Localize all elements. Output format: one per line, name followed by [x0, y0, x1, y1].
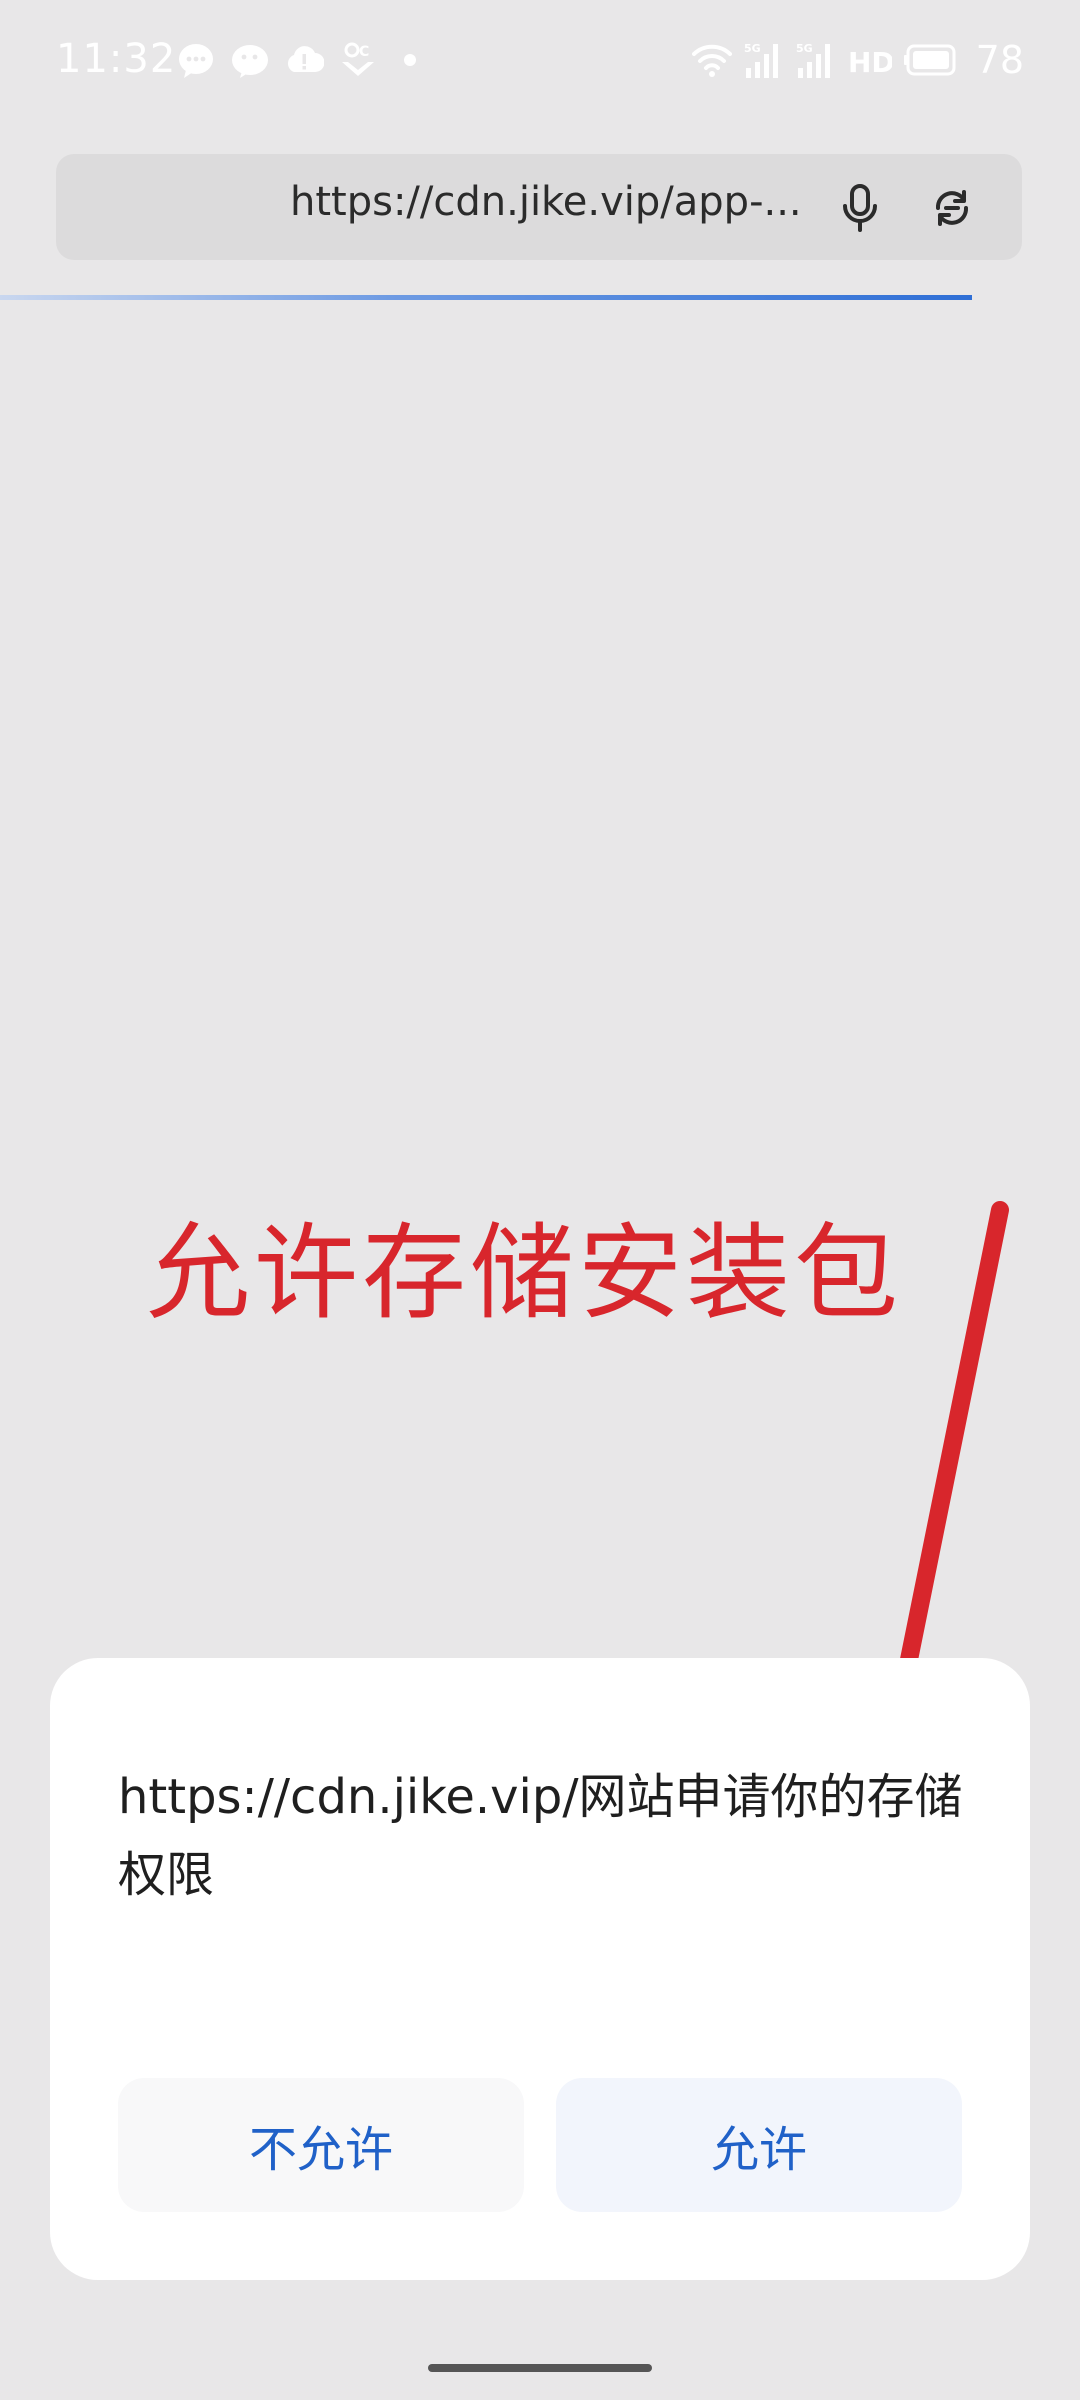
refresh-button[interactable]: [924, 180, 980, 236]
svg-text:5G: 5G: [796, 42, 813, 55]
svg-text:5G: 5G: [744, 42, 761, 55]
screen: 11:32 C 5G 5G HD 78 https://cdn.jike.vip…: [0, 0, 1080, 2400]
progress-fill: [0, 295, 972, 300]
system-icons: 5G 5G HD 78: [691, 38, 1024, 82]
deny-button[interactable]: 不允许: [118, 2078, 524, 2212]
more-notifications-dot: [404, 54, 416, 66]
voice-search-button[interactable]: [832, 180, 888, 236]
url-text[interactable]: https://cdn.jike.vip/app-...: [290, 179, 870, 225]
notification-icons: C: [176, 40, 416, 80]
hd-icon: HD: [848, 46, 892, 79]
wechat-icon: [232, 45, 268, 78]
allow-button[interactable]: 允许: [556, 2078, 962, 2212]
svg-text:C: C: [359, 44, 369, 60]
weather-icon: C: [342, 42, 374, 76]
refresh-icon: [936, 190, 968, 226]
signal-icon: 5G: [796, 42, 830, 78]
signal-5g-icon: 5G: [744, 42, 778, 78]
microphone-icon: [843, 184, 877, 232]
cloud-icon: [288, 46, 324, 72]
status-bar: 11:32 C 5G 5G HD 78: [0, 0, 1080, 125]
status-time: 11:32: [56, 36, 177, 82]
wifi-icon: [691, 44, 732, 77]
annotation-text: 允许存储安装包: [146, 1212, 903, 1334]
message-icon: [179, 44, 213, 78]
home-indicator[interactable]: [428, 2364, 652, 2372]
svg-text:HD: HD: [848, 46, 892, 79]
address-bar[interactable]: https://cdn.jike.vip/app-...: [56, 154, 1022, 260]
page-load-progress: [0, 295, 1080, 300]
permission-dialog: https://cdn.jike.vip/网站申请你的存储权限 不允许 允许: [50, 1658, 1030, 2280]
dialog-message: https://cdn.jike.vip/网站申请你的存储权限: [118, 1769, 963, 1903]
battery-icon: [903, 44, 956, 76]
battery-level: 78: [975, 38, 1024, 82]
